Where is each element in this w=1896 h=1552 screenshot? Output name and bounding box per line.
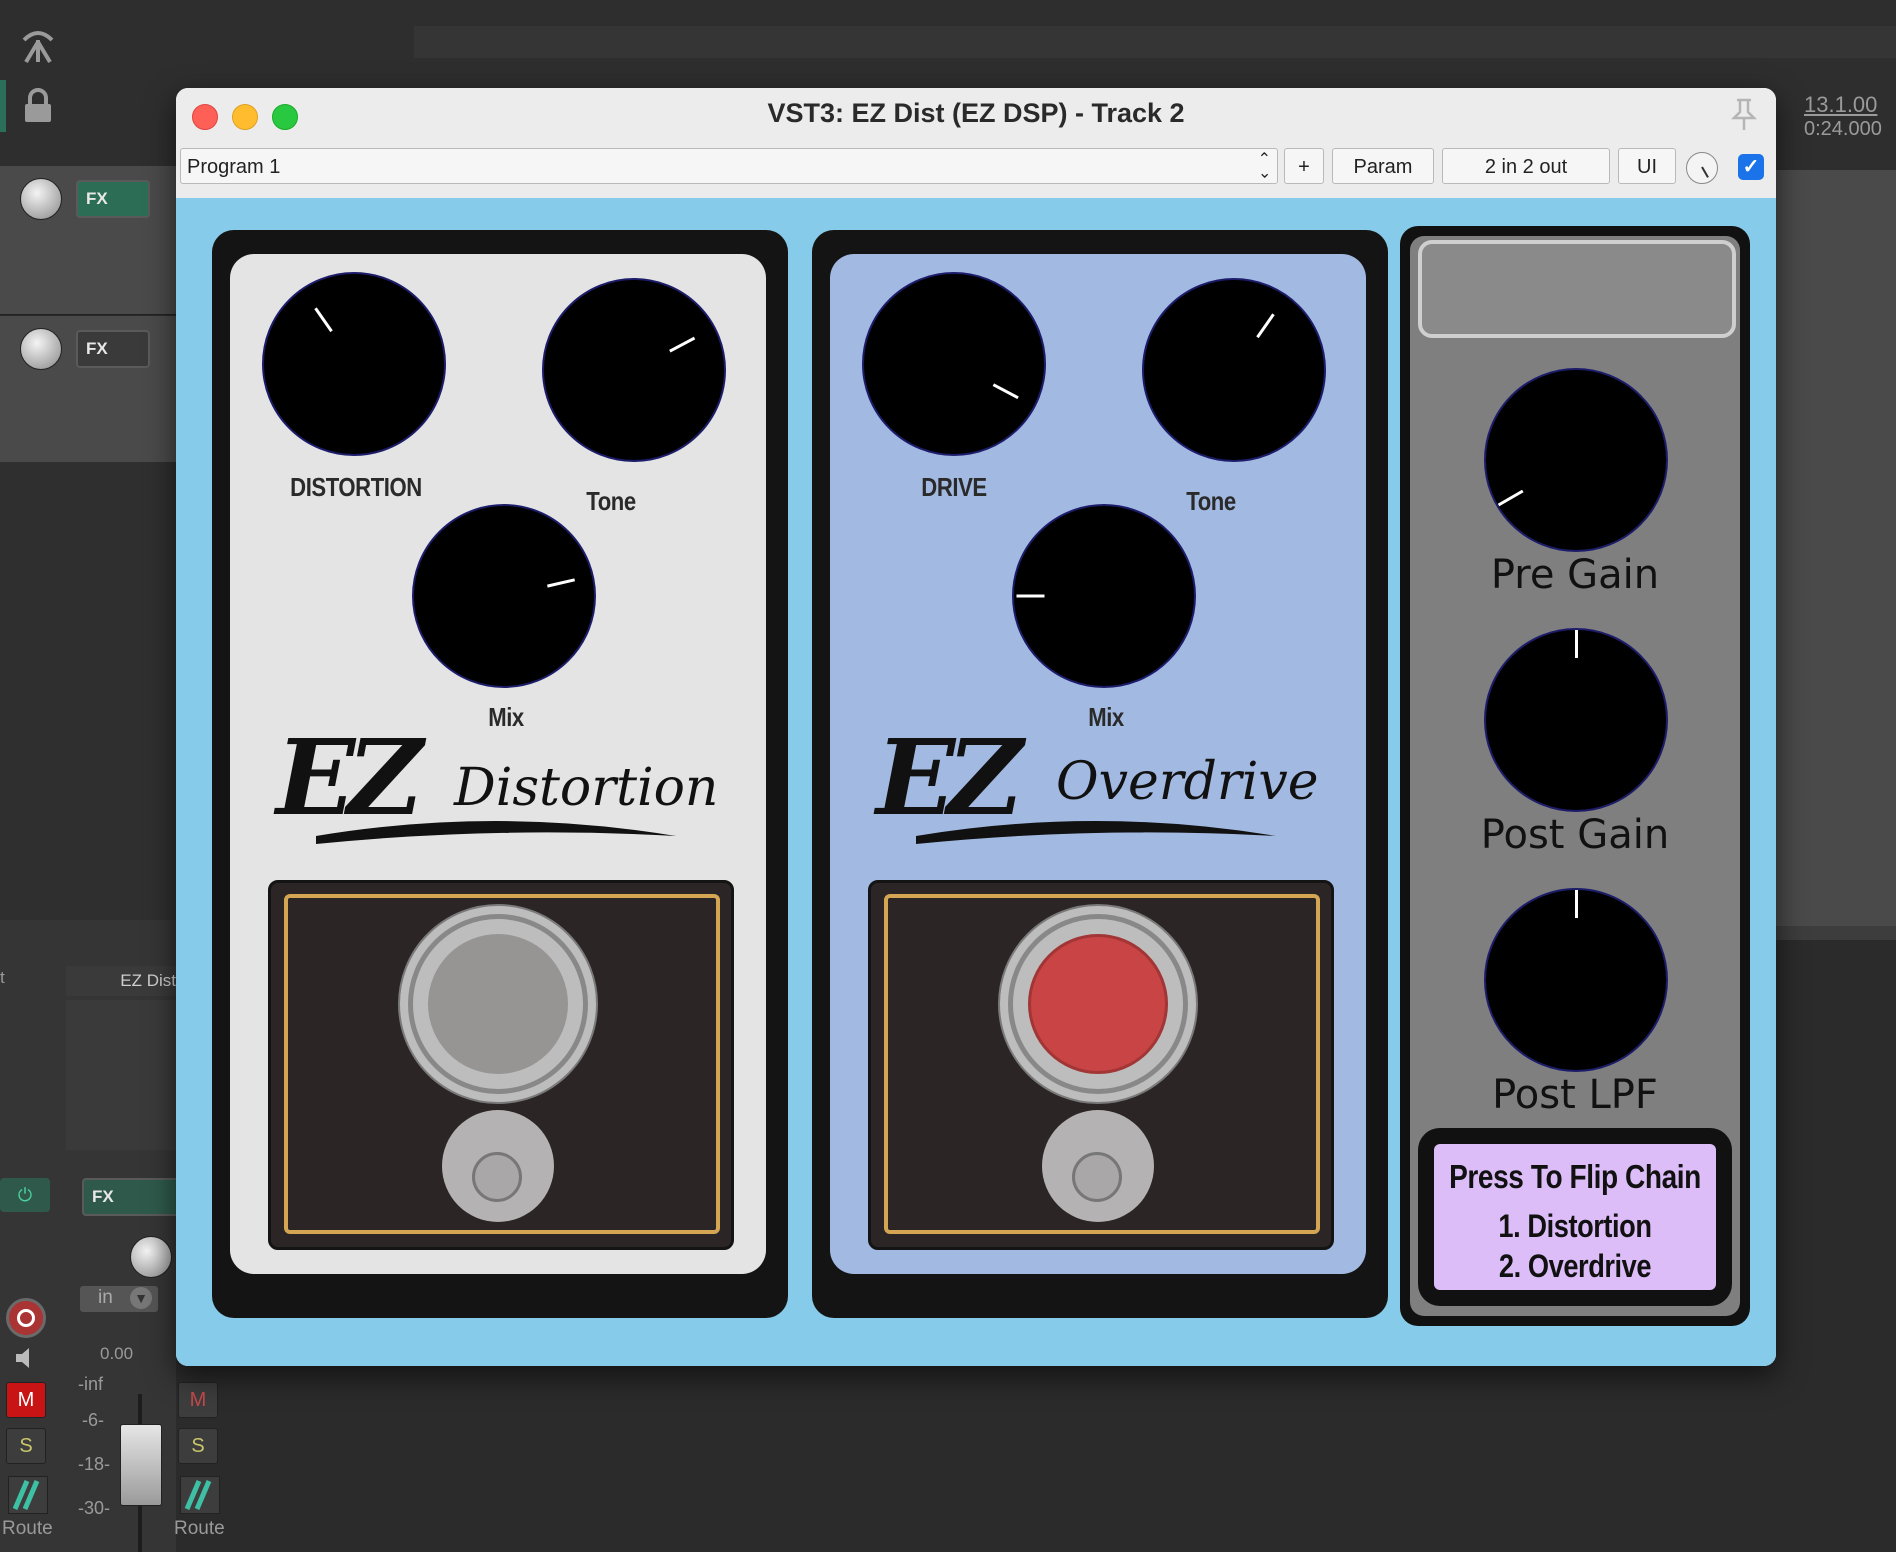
pre-gain-label: Pre Gain (1490, 552, 1660, 598)
knob-pointer (546, 578, 575, 588)
switch-nut (472, 1152, 522, 1202)
arrange-lane[interactable] (0, 462, 176, 920)
overdrive-switch-base (1042, 1110, 1154, 1222)
switch-nut (1072, 1152, 1122, 1202)
post-lpf-knob[interactable] (1484, 888, 1668, 1072)
time-bar-readout: 13.1.00 (1804, 92, 1878, 117)
chain-second: 2. Overdrive (1498, 1248, 1652, 1284)
knob-pointer (668, 336, 695, 353)
mixer-fx-slot[interactable] (66, 1000, 176, 1150)
track2-volume-knob[interactable] (20, 328, 62, 370)
knob-pointer (992, 383, 1019, 400)
knob-pointer (1016, 594, 1044, 598)
fx-label: FX (92, 1187, 114, 1206)
solo-button-2[interactable]: S (178, 1428, 218, 1464)
mixer-fx-button[interactable]: FX (82, 1178, 180, 1216)
chevron-down-icon: ▼ (130, 1287, 152, 1309)
meter-label-6: -6- (82, 1410, 104, 1430)
distortion-logo: EZ Distortion (276, 716, 719, 856)
route-icon-2[interactable] (180, 1476, 220, 1514)
mixer-track-prefix: t (0, 968, 5, 987)
distortion-mix-knob[interactable] (412, 504, 596, 688)
plugin-ui-overlay: DISTORTION Tone Mix EZ Distortion DRIVE … (176, 88, 1776, 1366)
volume-readout: 0.00 (100, 1344, 134, 1363)
record-icon (17, 1309, 35, 1327)
distortion-switch-base (442, 1110, 554, 1222)
time-readout: 13.1.00 0:24.000 (1804, 92, 1896, 162)
flip-chain-title: Press To Flip Chain (1449, 1158, 1701, 1195)
knob-pointer (1497, 489, 1524, 507)
overdrive-tone-label: Tone (1186, 486, 1236, 516)
distortion-tone-label: Tone (586, 486, 636, 516)
meter-label-18: -18- (78, 1454, 111, 1474)
overdrive-logo: EZ Overdrive (876, 716, 1336, 856)
routing-icon[interactable] (18, 26, 58, 66)
pre-gain-knob[interactable] (1484, 368, 1668, 552)
drive-knob-label: DRIVE (921, 472, 987, 502)
post-lpf-label: Post LPF (1492, 1072, 1658, 1118)
mute-button-2[interactable]: M (178, 1382, 218, 1418)
solo-button[interactable]: S (6, 1428, 46, 1464)
logo-word: Overdrive (1056, 752, 1319, 812)
knob-pointer (1574, 630, 1578, 658)
distortion-tone-knob[interactable] (542, 278, 726, 462)
speaker-icon[interactable] (12, 1344, 40, 1372)
knob-pointer (1255, 313, 1275, 339)
chain-first: 1. Distortion (1498, 1208, 1652, 1244)
meter-label-30: -30- (78, 1498, 111, 1518)
volume-fader[interactable] (120, 1424, 162, 1506)
post-gain-knob[interactable] (1484, 628, 1668, 812)
input-select[interactable]: in ▼ (80, 1286, 158, 1312)
time-sec-readout: 0:24.000 (1804, 118, 1882, 140)
track-name-label: EZ Dist (120, 971, 176, 990)
track2-fx-button[interactable]: FX (76, 330, 150, 368)
mixer-power-button[interactable]: ⏻ (0, 1178, 50, 1212)
route-label-2: Route (174, 1518, 225, 1539)
post-gain-label: Post Gain (1480, 812, 1670, 858)
mixer-track-name: EZ Dist (66, 966, 176, 996)
display-screen (1418, 240, 1736, 338)
mixer-pan-knob[interactable] (130, 1236, 172, 1278)
knob-pointer (313, 307, 333, 333)
distortion-footswitch[interactable] (398, 904, 598, 1104)
track1-fx-button[interactable]: FX (76, 180, 150, 218)
distortion-knob-label: DISTORTION (290, 472, 422, 502)
timeline-ruler[interactable] (414, 26, 1896, 58)
logo-word: Distortion (454, 758, 719, 818)
arrange-track-area[interactable] (1776, 170, 1896, 930)
fx-label: FX (86, 189, 108, 208)
track1-volume-knob[interactable] (20, 178, 62, 220)
drive-knob[interactable] (862, 272, 1046, 456)
overdrive-tone-knob[interactable] (1142, 278, 1326, 462)
switch-cap (428, 934, 568, 1074)
mute-button[interactable]: M (6, 1382, 46, 1418)
distortion-knob[interactable] (262, 272, 446, 456)
overdrive-mix-knob[interactable] (1012, 504, 1196, 688)
route-icon[interactable] (8, 1476, 48, 1514)
knob-pointer (1574, 890, 1578, 918)
route-label: Route (2, 1518, 53, 1539)
track-select-strip (0, 80, 6, 132)
meter-label-inf: -inf (78, 1374, 104, 1394)
flip-chain-face: Press To Flip Chain 1. Distortion 2. Ove… (1434, 1144, 1716, 1290)
record-arm-button[interactable] (6, 1298, 46, 1338)
arrange-divider (1776, 926, 1896, 940)
flip-chain-button[interactable]: Press To Flip Chain 1. Distortion 2. Ove… (1418, 1128, 1732, 1306)
overdrive-footswitch[interactable] (998, 904, 1198, 1104)
input-select-label: in (98, 1287, 113, 1308)
lock-icon[interactable] (22, 88, 54, 124)
fx-label: FX (86, 339, 108, 358)
switch-cap-active (1028, 934, 1168, 1074)
